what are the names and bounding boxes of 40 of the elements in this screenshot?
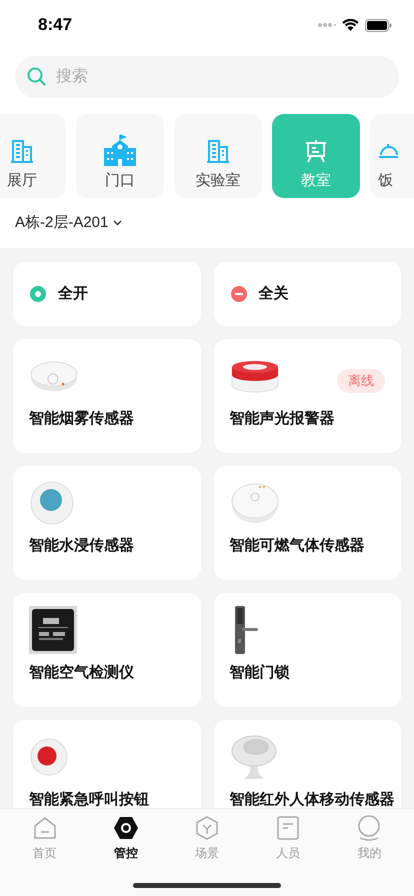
offline-badge: 离线: [337, 369, 385, 392]
document-icon: [277, 816, 300, 840]
category-tab[interactable]: 展厅: [0, 114, 66, 198]
device-card[interactable]: 智能紧急呼叫按钮: [13, 720, 200, 808]
easel-board-icon: [304, 139, 328, 163]
status-time: 8:47: [38, 14, 72, 36]
motion-sensor-drawing: [230, 733, 278, 781]
building-icon: [206, 138, 230, 164]
power-off-icon: [230, 286, 246, 302]
power-on-icon: [30, 286, 46, 302]
siren-alarm-drawing: [230, 359, 280, 393]
person-icon: [357, 815, 382, 841]
tab-bar-item[interactable]: 管控: [96, 815, 156, 862]
quick-action-card[interactable]: 全关: [214, 262, 401, 326]
battery-icon: [365, 18, 392, 32]
quick-action-card[interactable]: 全开: [13, 262, 200, 326]
search-field[interactable]: 搜索: [15, 56, 399, 98]
water-sensor-drawing: [29, 480, 75, 526]
device-card[interactable]: 智能空气检测仪: [13, 593, 200, 707]
chevron-down-icon: [113, 220, 122, 226]
device-card[interactable]: 智能可燃气体传感器: [214, 466, 401, 580]
device-card[interactable]: 智能门锁: [214, 593, 401, 707]
location-selector[interactable]: A栋-2层-A201: [15, 212, 122, 234]
wifi-icon: [342, 19, 359, 31]
category-tab[interactable]: 饭: [370, 114, 414, 198]
device-card[interactable]: 智能烟雾传感器: [13, 339, 200, 453]
device-card[interactable]: 智能水浸传感器: [13, 466, 200, 580]
device-card[interactable]: 智能红外人体移动传感器: [214, 720, 401, 808]
house-icon: [32, 816, 57, 840]
gas-sensor-drawing: [230, 481, 280, 525]
building-icon: [10, 138, 34, 164]
signal-icon: [318, 22, 336, 28]
hexagon-nut-icon: [112, 816, 139, 840]
device-card[interactable]: 智能声光报警器 离线: [214, 339, 401, 453]
emergency-button-drawing: [29, 737, 69, 777]
school-building-icon: [103, 134, 137, 168]
category-tab[interactable]: 实验室: [174, 114, 262, 198]
cube-icon: [194, 816, 219, 840]
category-tab[interactable]: 门口: [76, 114, 164, 198]
air-monitor-drawing: [29, 606, 77, 654]
